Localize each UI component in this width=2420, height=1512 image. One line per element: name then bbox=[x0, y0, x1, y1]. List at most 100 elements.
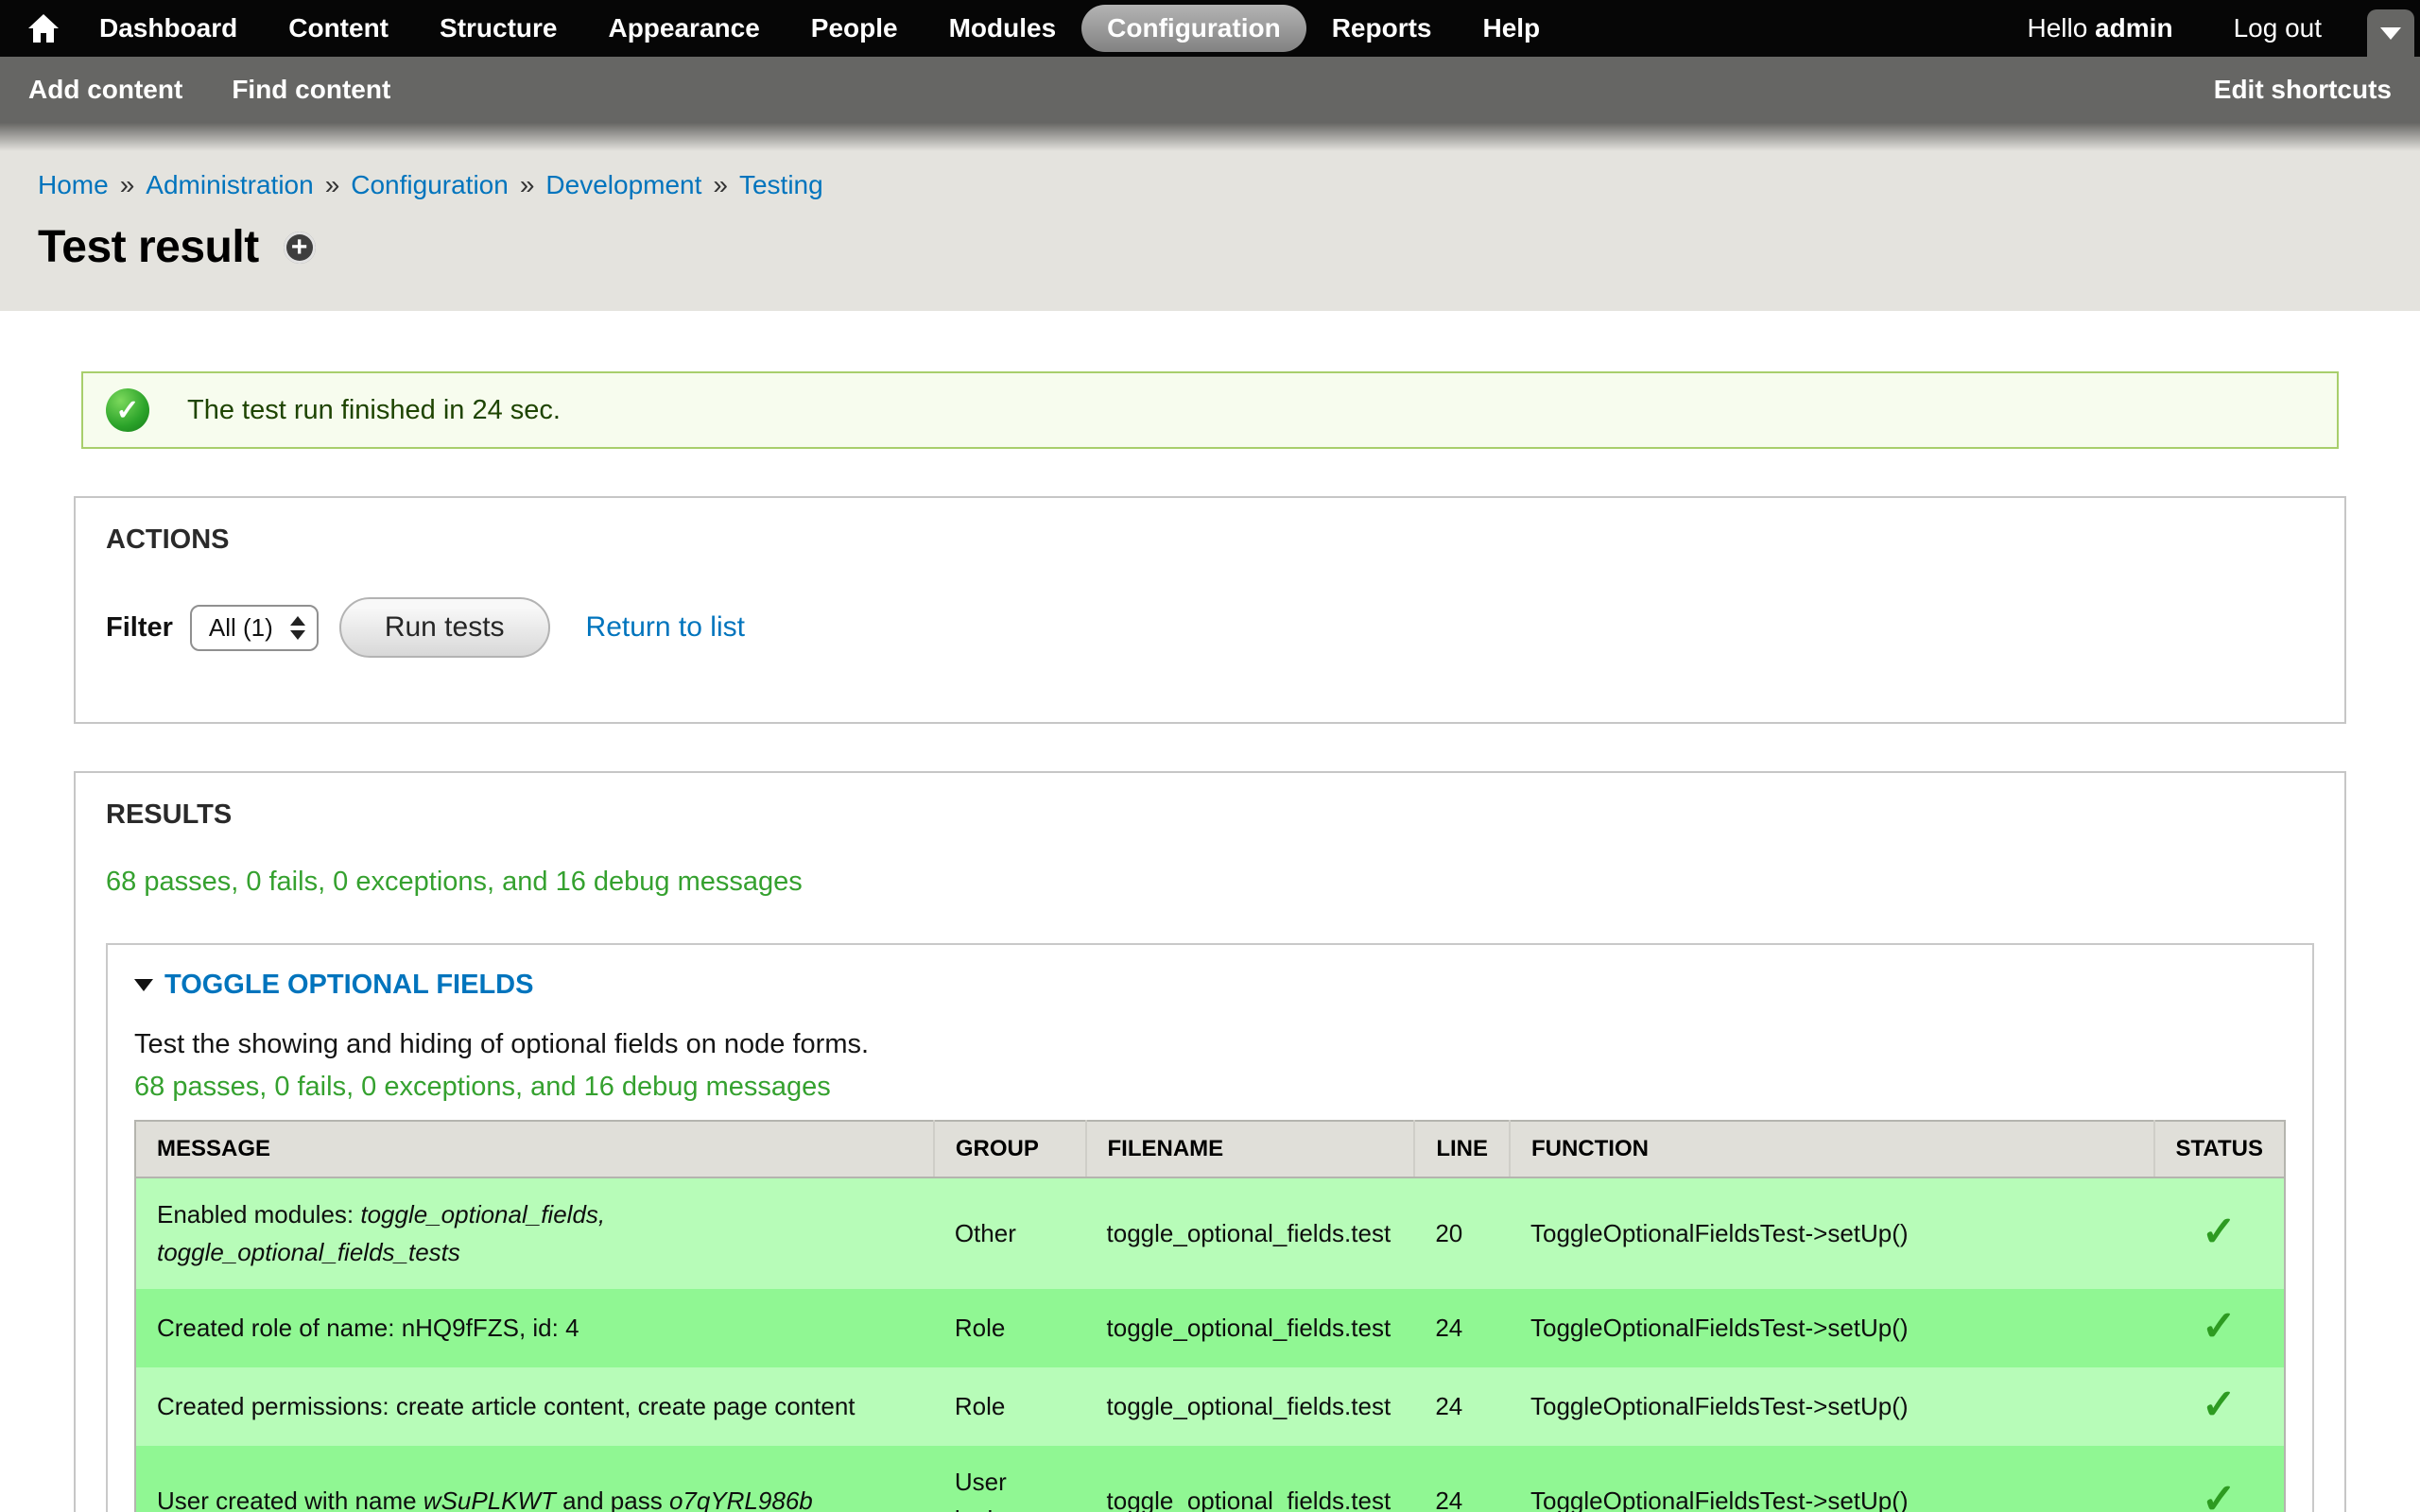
select-stepper-icon bbox=[290, 616, 305, 640]
results-fieldset: RESULTS 68 passes, 0 fails, 0 exceptions… bbox=[74, 771, 2346, 1512]
nav-item-appearance[interactable]: Appearance bbox=[582, 5, 785, 52]
pass-check-icon: ✓ bbox=[2202, 1209, 2237, 1255]
status-message-text: The test run finished in 24 sec. bbox=[187, 395, 561, 426]
nav-item-people[interactable]: People bbox=[786, 5, 924, 52]
home-icon[interactable] bbox=[13, 0, 74, 57]
nav-item-configuration[interactable]: Configuration bbox=[1081, 5, 1306, 52]
page-header: Home » Administration » Configuration » Develo… bbox=[0, 123, 2420, 311]
results-table: MESSAGE GROUP FILENAME LINE FUNCTION STA… bbox=[134, 1120, 2286, 1512]
table-header-row: MESSAGE GROUP FILENAME LINE FUNCTION STA… bbox=[135, 1121, 2285, 1177]
message-emphasis: o7qYRL986b bbox=[669, 1486, 813, 1512]
cell-message: Created permissions: create article cont… bbox=[135, 1367, 934, 1446]
cell-group: Role bbox=[934, 1367, 1086, 1446]
run-tests-button[interactable]: Run tests bbox=[339, 597, 550, 658]
breadcrumb-separator: » bbox=[713, 170, 728, 200]
message-text: User created with name bbox=[157, 1486, 424, 1512]
test-group-description: Test the showing and hiding of optional … bbox=[134, 1029, 2286, 1060]
cell-group: User login bbox=[934, 1446, 1086, 1512]
pass-check-icon: ✓ bbox=[2202, 1382, 2237, 1428]
shortcut-find-content[interactable]: Find content bbox=[232, 75, 390, 105]
message-emphasis: toggle_optional_fields, bbox=[360, 1200, 605, 1228]
cell-status: ✓ bbox=[2154, 1367, 2285, 1446]
col-function: FUNCTION bbox=[1510, 1121, 2154, 1177]
breadcrumb: Home » Administration » Configuration » Develo… bbox=[38, 170, 2382, 200]
cell-group: Other bbox=[934, 1177, 1086, 1289]
greeting-text: Hello admin bbox=[2028, 13, 2173, 43]
cell-message: Enabled modules: toggle_optional_fields,… bbox=[135, 1177, 934, 1289]
col-line: LINE bbox=[1414, 1121, 1510, 1177]
collapse-triangle-icon bbox=[134, 979, 153, 991]
message-emphasis: wSuPLKWT bbox=[424, 1486, 556, 1512]
message-emphasis: toggle_optional_fields_tests bbox=[157, 1238, 460, 1266]
results-summary: 68 passes, 0 fails, 0 exceptions, and 16… bbox=[106, 867, 2314, 898]
test-group-summary: 68 passes, 0 fails, 0 exceptions, and 16… bbox=[134, 1072, 2286, 1103]
table-row: Created role of name: nHQ9fFZS, id: 4 Rol… bbox=[135, 1289, 2285, 1367]
nav-item-help[interactable]: Help bbox=[1457, 5, 1565, 52]
nav-item-modules[interactable]: Modules bbox=[924, 5, 1082, 52]
cell-status: ✓ bbox=[2154, 1446, 2285, 1512]
test-group-title: TOGGLE OPTIONAL FIELDS bbox=[164, 970, 533, 1001]
filter-select-value: All (1) bbox=[209, 613, 273, 643]
cell-group: Role bbox=[934, 1289, 1086, 1367]
main-content: ✓ The test run finished in 24 sec. ACTIO… bbox=[0, 311, 2420, 1512]
admin-toolbar: DashboardContentStructureAppearancePeopl… bbox=[0, 0, 2420, 57]
shortcut-add-content[interactable]: Add content bbox=[28, 75, 182, 105]
cell-filename: toggle_optional_fields.test bbox=[1086, 1177, 1415, 1289]
pass-check-icon: ✓ bbox=[2202, 1303, 2237, 1349]
add-shortcut-icon[interactable]: + bbox=[284, 232, 316, 264]
actions-fieldset: ACTIONS Filter All (1) Run tests Return … bbox=[74, 496, 2346, 724]
message-text: and pass bbox=[556, 1486, 669, 1512]
breadcrumb-link-development[interactable]: Development bbox=[545, 170, 701, 200]
cell-line: 20 bbox=[1414, 1177, 1510, 1289]
test-group-toggle[interactable]: TOGGLE OPTIONAL FIELDS bbox=[134, 970, 2286, 1001]
breadcrumb-link-configuration[interactable]: Configuration bbox=[351, 170, 509, 200]
filter-select[interactable]: All (1) bbox=[190, 605, 319, 651]
message-text: Enabled modules: bbox=[157, 1200, 360, 1228]
actions-legend: ACTIONS bbox=[106, 524, 2314, 556]
cell-filename: toggle_optional_fields.test bbox=[1086, 1289, 1415, 1367]
table-row: Enabled modules: toggle_optional_fields,… bbox=[135, 1177, 2285, 1289]
cell-status: ✓ bbox=[2154, 1289, 2285, 1367]
cell-filename: toggle_optional_fields.test bbox=[1086, 1446, 1415, 1512]
nav-item-structure[interactable]: Structure bbox=[414, 5, 582, 52]
results-legend: RESULTS bbox=[106, 799, 2314, 831]
breadcrumb-separator: » bbox=[120, 170, 135, 200]
table-row: Created permissions: create article cont… bbox=[135, 1367, 2285, 1446]
cell-message: Created role of name: nHQ9fFZS, id: 4 bbox=[135, 1289, 934, 1367]
cell-status: ✓ bbox=[2154, 1177, 2285, 1289]
breadcrumb-separator: » bbox=[520, 170, 535, 200]
breadcrumb-link-administration[interactable]: Administration bbox=[146, 170, 313, 200]
toolbar-toggle-button[interactable] bbox=[2367, 9, 2414, 57]
page-title: Test result bbox=[38, 221, 259, 273]
message-text: Created permissions: create article cont… bbox=[157, 1392, 856, 1420]
cell-function: ToggleOptionalFieldsTest->setUp() bbox=[1510, 1367, 2154, 1446]
cell-function: ToggleOptionalFieldsTest->setUp() bbox=[1510, 1446, 2154, 1512]
col-filename: FILENAME bbox=[1086, 1121, 1415, 1177]
breadcrumb-link-testing[interactable]: Testing bbox=[739, 170, 823, 200]
edit-shortcuts-link[interactable]: Edit shortcuts bbox=[2214, 75, 2392, 105]
col-group: GROUP bbox=[934, 1121, 1086, 1177]
breadcrumb-link-home[interactable]: Home bbox=[38, 170, 109, 200]
filter-label: Filter bbox=[106, 612, 173, 644]
col-message: MESSAGE bbox=[135, 1121, 934, 1177]
cell-function: ToggleOptionalFieldsTest->setUp() bbox=[1510, 1177, 2154, 1289]
cell-line: 24 bbox=[1414, 1367, 1510, 1446]
message-text: Created role of name: nHQ9fFZS, id: 4 bbox=[157, 1314, 579, 1342]
col-status: STATUS bbox=[2154, 1121, 2285, 1177]
shortcut-bar: Add content Find content Edit shortcuts bbox=[0, 57, 2420, 123]
success-icon: ✓ bbox=[106, 388, 149, 432]
nav-item-content[interactable]: Content bbox=[263, 5, 414, 52]
logout-link[interactable]: Log out bbox=[2234, 13, 2322, 43]
test-group-fieldset: TOGGLE OPTIONAL FIELDS Test the showing … bbox=[106, 943, 2314, 1512]
cell-filename: toggle_optional_fields.test bbox=[1086, 1367, 1415, 1446]
toolbar-menu: DashboardContentStructureAppearancePeopl… bbox=[74, 5, 1565, 52]
cell-line: 24 bbox=[1414, 1446, 1510, 1512]
nav-item-reports[interactable]: Reports bbox=[1306, 5, 1458, 52]
table-row: User created with name wSuPLKWT and pass… bbox=[135, 1446, 2285, 1512]
chevron-down-icon bbox=[2380, 27, 2401, 40]
return-to-list-link[interactable]: Return to list bbox=[586, 611, 745, 644]
nav-item-dashboard[interactable]: Dashboard bbox=[74, 5, 263, 52]
cell-function: ToggleOptionalFieldsTest->setUp() bbox=[1510, 1289, 2154, 1367]
cell-message: User created with name wSuPLKWT and pass… bbox=[135, 1446, 934, 1512]
cell-line: 24 bbox=[1414, 1289, 1510, 1367]
